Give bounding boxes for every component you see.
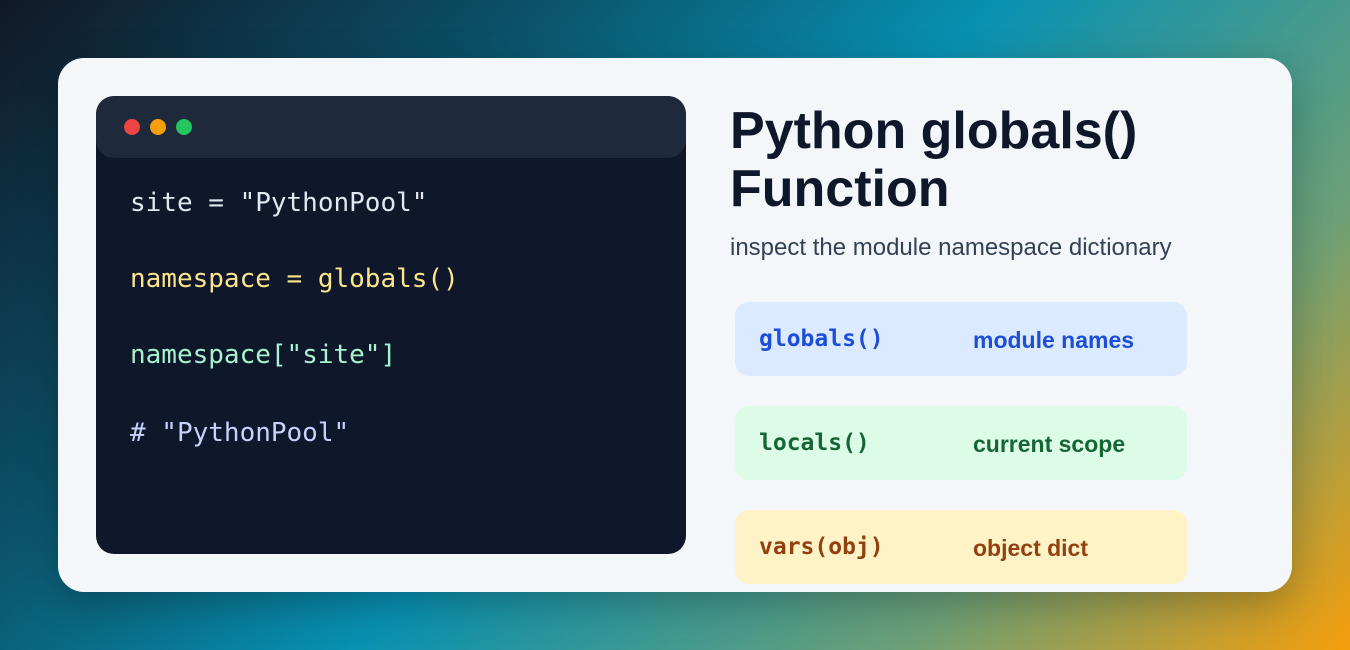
- page-subtitle: inspect the module namespace dictionary: [730, 234, 1172, 261]
- code-comment: # "PythonPool": [130, 418, 350, 448]
- function-name: vars(obj): [759, 534, 884, 560]
- function-description: module names: [973, 327, 1135, 353]
- function-description: object dict: [973, 535, 1089, 561]
- title-line-1: Python globals(): [730, 102, 1138, 160]
- code-line: namespace = globals(): [130, 264, 459, 294]
- maximize-dot-icon: [176, 119, 192, 135]
- title-line-2: Function: [730, 160, 950, 218]
- code-window: site = "PythonPool" namespace = globals(…: [96, 96, 686, 554]
- function-row-globals: globals() module names: [735, 302, 1187, 376]
- close-dot-icon: [124, 119, 140, 135]
- function-name: locals(): [759, 430, 870, 456]
- window-titlebar: [96, 96, 686, 158]
- function-row-vars: vars(obj) object dict: [735, 510, 1187, 584]
- page-title: Python globals() Function: [730, 102, 1250, 218]
- code-line: site = "PythonPool": [130, 188, 428, 218]
- code-line: namespace["site"]: [130, 340, 397, 370]
- content-card: site = "PythonPool" namespace = globals(…: [58, 58, 1292, 592]
- function-name: globals(): [759, 326, 884, 352]
- minimize-dot-icon: [150, 119, 166, 135]
- function-description: current scope: [973, 431, 1126, 457]
- function-row-locals: locals() current scope: [735, 406, 1187, 480]
